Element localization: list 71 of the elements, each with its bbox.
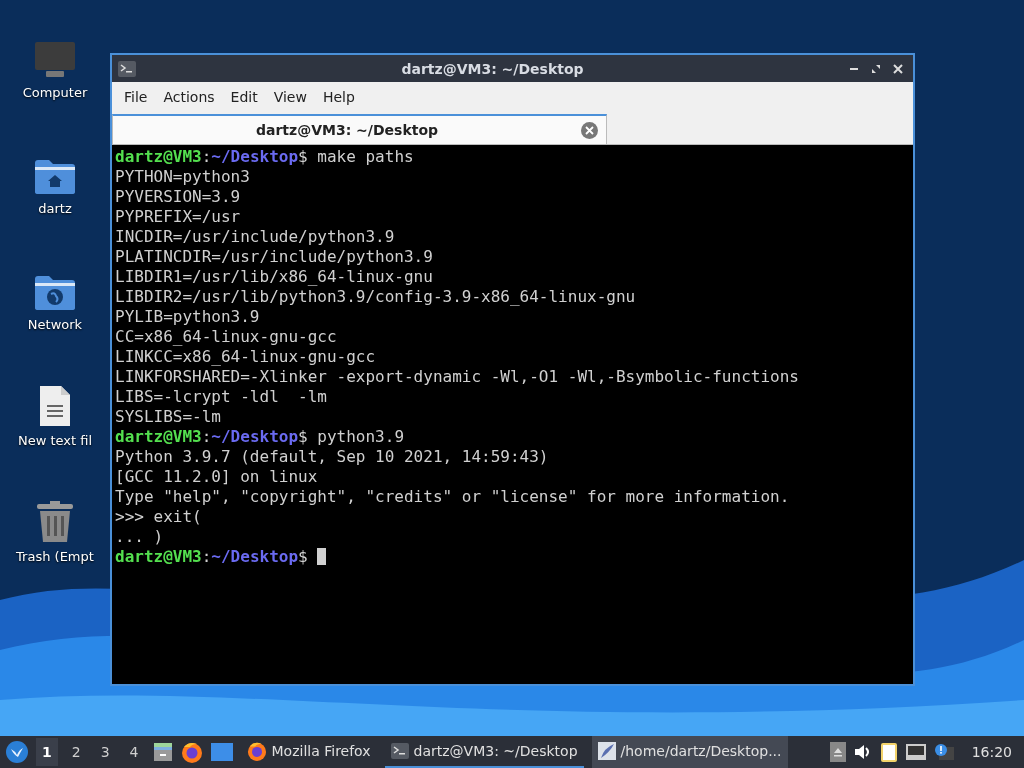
command-text: $ make paths <box>298 147 414 166</box>
output-line: PYLIB=python3.9 <box>115 307 260 326</box>
menu-item[interactable]: Help <box>314 85 363 109</box>
menu-item[interactable]: View <box>265 85 315 109</box>
desktop-icon-label[interactable]: dartz <box>38 201 72 216</box>
output-line: [GCC 11.2.0] on linux <box>115 467 318 486</box>
feather-icon <box>597 742 616 760</box>
file-cabinet-icon[interactable] <box>152 742 173 762</box>
notification-icon[interactable] <box>933 743 954 761</box>
output-line: CC=x86_64-linux-gnu-gcc <box>115 327 337 346</box>
output-line: PYVERSION=3.9 <box>115 187 241 206</box>
prompt-path: ~/Desktop <box>211 547 299 566</box>
task-button[interactable]: Mozilla Firefox <box>240 736 377 768</box>
monitor-icon[interactable] <box>34 41 76 79</box>
menu-item[interactable]: File <box>116 85 156 109</box>
command-text: $ <box>298 547 309 566</box>
prompt-separator: : <box>201 427 212 446</box>
prompt-user: dartz@VM3 <box>115 147 202 166</box>
close-icon[interactable] <box>893 63 903 74</box>
clock[interactable]: 16:20 <box>971 744 1012 760</box>
output-line: INCDIR=/usr/include/python3.9 <box>115 227 395 246</box>
task-button[interactable]: dartz@VM3: ~/Desktop <box>384 736 584 768</box>
output-line: PLATINCDIR=/usr/include/python3.9 <box>115 247 433 266</box>
output-line: LINKCC=x86_64-linux-gnu-gcc <box>115 347 376 366</box>
menu-item[interactable]: Actions <box>155 85 223 109</box>
eject-icon[interactable] <box>829 742 846 762</box>
restore-icon[interactable] <box>871 63 881 74</box>
desktop-icon-label[interactable]: Network <box>27 317 83 332</box>
fox-globe-icon[interactable] <box>180 741 203 763</box>
home-folder-icon[interactable] <box>34 159 76 195</box>
output-line: LIBS=-lcrypt -ldl -lm <box>115 387 327 406</box>
prompt-separator: : <box>201 547 212 566</box>
workspace-button[interactable]: 2 <box>65 738 87 766</box>
desktop-icon-label[interactable]: Computer <box>22 85 88 100</box>
prompt-separator: : <box>201 147 212 166</box>
desktop-icon-label[interactable]: Trash (Empt <box>16 549 94 564</box>
show-desktop-icon[interactable] <box>210 743 233 761</box>
output-line: SYSLIBS=-lm <box>115 407 221 426</box>
network-icon[interactable] <box>905 744 926 760</box>
output-line: LIBDIR1=/usr/lib/x86_64-linux-gnu <box>115 267 433 286</box>
close-tab-icon[interactable] <box>581 121 598 139</box>
network-folder-icon[interactable] <box>34 275 76 311</box>
output-line: ... ) <box>115 527 164 546</box>
desktop-icon-label[interactable]: New text fil <box>17 433 93 448</box>
text-file-icon[interactable] <box>38 385 72 427</box>
trash-icon[interactable] <box>36 501 74 543</box>
output-line: >>> exit( <box>115 507 202 526</box>
prompt-path: ~/Desktop <box>211 147 299 166</box>
output-line: LIBDIR2=/usr/lib/python3.9/config-3.9-x86_64-linux-gnu <box>115 287 636 306</box>
clipboard-icon[interactable] <box>879 741 898 763</box>
volume-icon[interactable] <box>853 744 872 760</box>
output-line: Python 3.9.7 (default, Sep 10 2021, 14:59:43) <box>115 447 549 466</box>
output-line: PYPREFIX=/usr <box>115 207 241 226</box>
terminal-icon <box>118 60 136 77</box>
workspace-button[interactable]: 3 <box>94 738 116 766</box>
task-button[interactable]: /home/dartz/Desktop... <box>591 736 788 768</box>
workspace-button[interactable]: 4 <box>123 738 145 766</box>
menu-item[interactable]: Edit <box>222 85 266 109</box>
terminal-tab[interactable]: dartz@VM3: ~/Desktop <box>112 114 607 144</box>
output-line: LINKFORSHARED=-Xlinker -export-dynamic -Wl,-O1 -Wl,-Bsymbolic-functions <box>115 367 799 386</box>
command-text: $ python3.9 <box>298 427 404 446</box>
terminal-icon <box>390 743 409 759</box>
prompt-user: dartz@VM3 <box>115 427 202 446</box>
output-line: PYTHON=python3 <box>115 167 250 186</box>
terminal-output[interactable] <box>112 145 913 684</box>
window-title: dartz@VM3: ~/Desktop <box>400 60 585 77</box>
fox-globe-icon <box>246 741 267 761</box>
output-line: Type "help", "copyright", "credits" or "license" for more information. <box>115 487 790 506</box>
workspace-button[interactable]: 1 <box>36 738 58 766</box>
prompt-user: dartz@VM3 <box>115 547 202 566</box>
prompt-path: ~/Desktop <box>211 427 299 446</box>
